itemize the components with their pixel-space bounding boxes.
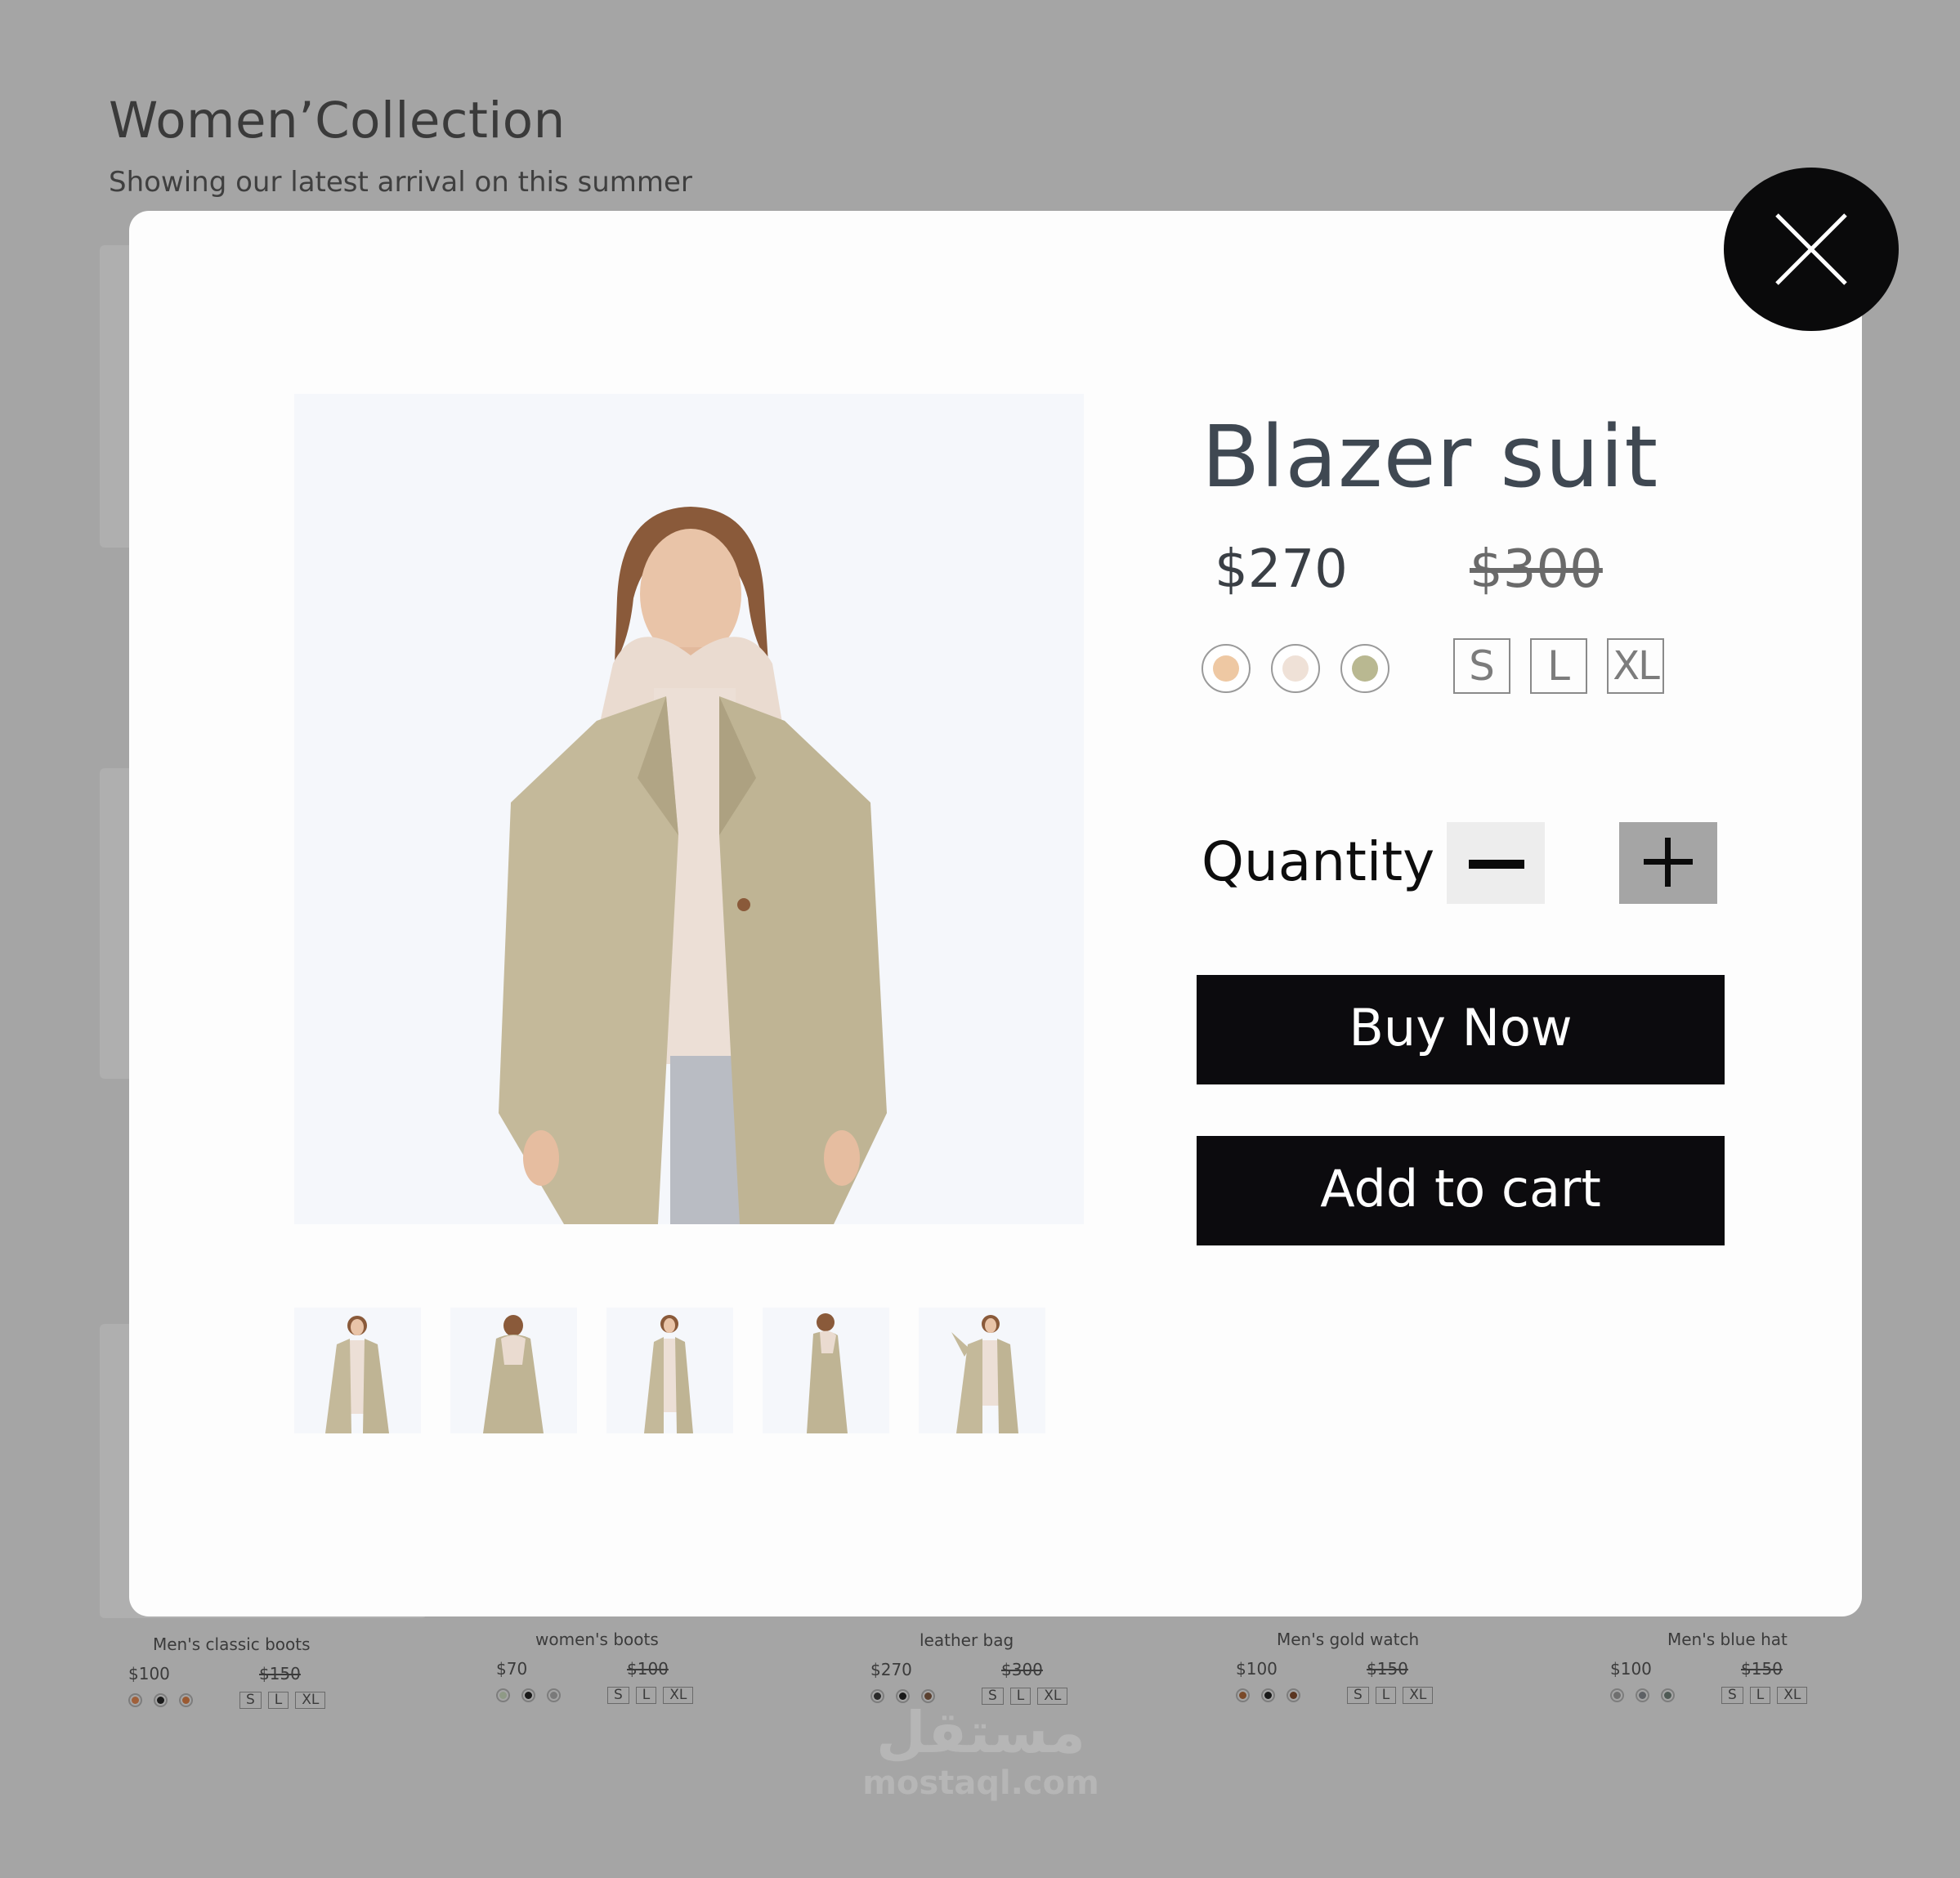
size-option[interactable]: XL — [1403, 1687, 1434, 1704]
size-option[interactable]: L — [635, 1687, 657, 1704]
thumbnail-pose[interactable] — [919, 1308, 1045, 1433]
color-swatch-peach[interactable] — [1202, 644, 1251, 693]
size-xl-button[interactable]: XL — [1607, 638, 1664, 694]
size-option[interactable]: XL — [295, 1692, 326, 1709]
color-swatch[interactable] — [1261, 1688, 1275, 1702]
size-option[interactable]: L — [267, 1692, 289, 1709]
product-color-swatches — [1610, 1688, 1675, 1702]
quantity-label: Quantity — [1202, 830, 1435, 893]
product-old-price: $100 — [627, 1659, 669, 1679]
size-l-button[interactable]: L — [1530, 638, 1587, 694]
size-options: S L XL — [1453, 638, 1664, 694]
size-s-button[interactable]: S — [1453, 638, 1510, 694]
product-card[interactable]: Men's gold watch $100 $150 S L XL — [1236, 1630, 1481, 1736]
color-options — [1202, 644, 1389, 693]
main-product-image — [294, 394, 1084, 1224]
close-modal-button[interactable] — [1724, 168, 1899, 331]
close-x-icon — [1775, 213, 1847, 285]
product-price: $100 — [1236, 1659, 1278, 1679]
size-option[interactable]: XL — [1777, 1687, 1808, 1704]
product-price: $100 — [1610, 1659, 1652, 1679]
product-name: Men's classic boots — [153, 1634, 311, 1654]
product-old-price: $300 — [1001, 1660, 1043, 1679]
color-swatch[interactable] — [547, 1688, 561, 1702]
product-price: $70 — [496, 1659, 528, 1679]
color-swatch[interactable] — [521, 1688, 535, 1702]
thumbnail-side-right[interactable] — [763, 1308, 889, 1433]
product-card[interactable]: Men's blue hat $100 $150 S L XL — [1610, 1630, 1855, 1736]
product-card[interactable]: women's boots $70 $100 S L XL — [496, 1630, 741, 1736]
product-old-price: $150 — [1367, 1659, 1408, 1679]
color-swatch[interactable] — [1636, 1688, 1649, 1702]
product-price: $270 — [870, 1660, 912, 1679]
product-name: Men's gold watch — [1277, 1630, 1420, 1649]
thumbnail-front[interactable] — [294, 1308, 421, 1433]
thumbnail-back[interactable] — [450, 1308, 577, 1433]
color-swatch[interactable] — [1610, 1688, 1624, 1702]
product-title: Blazer suit — [1202, 407, 1659, 507]
color-swatch[interactable] — [1287, 1688, 1300, 1702]
product-quick-view-modal: Blazer suit $270 $300 S L XL Quantity Bu… — [129, 211, 1862, 1616]
size-option[interactable]: XL — [663, 1687, 694, 1704]
product-price: $100 — [128, 1664, 170, 1683]
size-option[interactable]: S — [607, 1687, 629, 1704]
watermark-latin: mostaql.com — [862, 1764, 1099, 1802]
color-swatch[interactable] — [128, 1693, 142, 1707]
watermark: مستقل mostaql.com — [850, 1700, 1112, 1801]
product-name: women's boots — [535, 1630, 659, 1649]
product-name: leather bag — [920, 1630, 1014, 1650]
product-color-swatches — [496, 1688, 561, 1702]
color-swatch[interactable] — [1661, 1688, 1675, 1702]
product-old-price: $150 — [259, 1664, 301, 1683]
product-color-swatches — [1236, 1688, 1300, 1702]
size-option[interactable]: L — [1375, 1687, 1397, 1704]
color-swatch[interactable] — [1236, 1688, 1250, 1702]
thumbnail-side-left[interactable] — [606, 1308, 733, 1433]
page-subtitle: Showing our latest arrival on this summe… — [109, 166, 692, 199]
product-name: Men's blue hat — [1667, 1630, 1788, 1649]
size-option[interactable]: S — [1347, 1687, 1369, 1704]
product-color-swatches — [128, 1693, 193, 1707]
product-size-options: S L XL — [607, 1687, 694, 1704]
product-card[interactable]: Men's classic boots $100 $150 S L XL — [128, 1634, 374, 1741]
product-size-options: S L XL — [1721, 1687, 1808, 1704]
size-option[interactable]: S — [239, 1692, 262, 1709]
product-size-options: S L XL — [239, 1692, 326, 1709]
buy-now-button[interactable]: Buy Now — [1197, 975, 1725, 1084]
color-swatch[interactable] — [496, 1688, 510, 1702]
color-swatch-cream[interactable] — [1271, 644, 1320, 693]
product-size-options: S L XL — [1347, 1687, 1434, 1704]
color-swatch[interactable] — [179, 1693, 193, 1707]
product-price: $270 — [1215, 539, 1348, 600]
page-title: Women’Collection — [109, 92, 566, 150]
size-option[interactable]: L — [1749, 1687, 1771, 1704]
quantity-increase-button[interactable] — [1619, 822, 1717, 904]
quantity-decrease-button[interactable] — [1447, 822, 1545, 904]
color-swatch-olive[interactable] — [1340, 644, 1389, 693]
product-old-price: $150 — [1741, 1659, 1783, 1679]
product-old-price: $300 — [1470, 539, 1603, 600]
size-option[interactable]: S — [1721, 1687, 1743, 1704]
color-swatch[interactable] — [154, 1693, 168, 1707]
watermark-arabic: مستقل — [875, 1699, 1085, 1766]
add-to-cart-button[interactable]: Add to cart — [1197, 1136, 1725, 1245]
thumbnail-strip — [294, 1308, 1045, 1433]
woman-in-coat-illustration — [499, 507, 887, 1224]
